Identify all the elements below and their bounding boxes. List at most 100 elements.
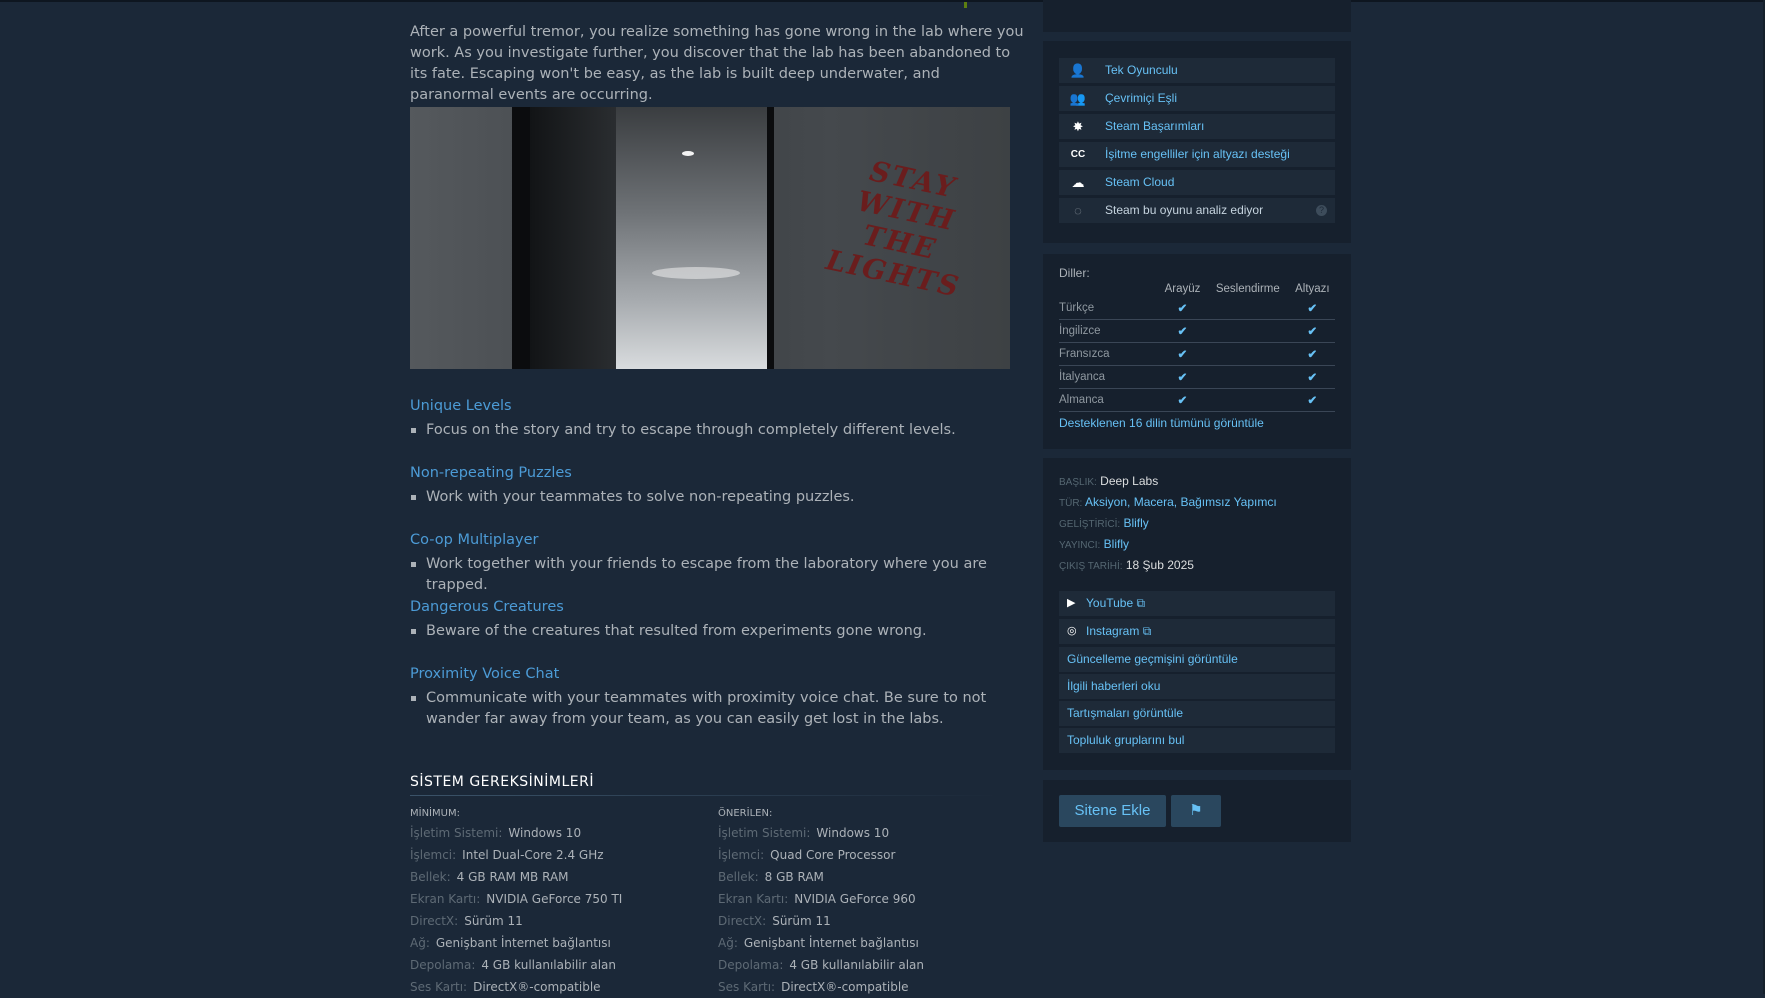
screenshot-image: STAY WITH THE LIGHTS bbox=[410, 107, 1010, 369]
update-history-link[interactable]: Güncelleme geçmişini görüntüle bbox=[1059, 647, 1335, 672]
achievements-icon: ✸ bbox=[1072, 119, 1084, 134]
col-subtitles: Altyazı bbox=[1295, 282, 1330, 295]
sysreq-row: Ses Kartı: DirectX®-compatible bbox=[410, 980, 601, 994]
sysreq-row: DirectX: Sürüm 11 bbox=[718, 914, 831, 928]
language-row: Türkçe ✔ ✔ bbox=[1059, 297, 1335, 320]
youtube-icon: ▶ bbox=[1067, 597, 1076, 609]
sysreq-row: Ekran Kartı: NVIDIA GeForce 750 TI bbox=[410, 892, 623, 906]
language-row: Fransızca ✔ ✔ bbox=[1059, 342, 1335, 366]
feature-title: Proximity Voice Chat bbox=[410, 666, 560, 682]
col-voice: Seslendirme bbox=[1215, 282, 1280, 295]
sysreq-row: İşletim Sistemi: Windows 10 bbox=[718, 826, 890, 840]
analyzing-icon: ◌ bbox=[1074, 203, 1082, 218]
check-icon: ✔ bbox=[1289, 365, 1335, 389]
community-groups-link[interactable]: Topluluk gruplarını bul bbox=[1059, 728, 1335, 753]
single-player-icon: 👤 bbox=[1069, 63, 1087, 78]
sidebar-top-panel bbox=[1043, 0, 1351, 32]
game-details-panel: BAŞLIK: Deep Labs TÜR: Aksiyon, Macera, … bbox=[1043, 458, 1351, 770]
sysreq-row: İşletim Sistemi: Windows 10 bbox=[410, 826, 582, 840]
discussions-link[interactable]: Tartışmaları görüntüle bbox=[1059, 701, 1335, 726]
all-languages-link[interactable]: Desteklenen 16 dilin tümünü görüntüle bbox=[1059, 416, 1264, 430]
check-icon: ✔ bbox=[1289, 297, 1335, 320]
languages-panel: Diller: Arayüz Seslendirme Altyazı Türkç… bbox=[1043, 254, 1351, 449]
sysreq-rec-title: ÖNERİLEN: bbox=[718, 808, 773, 819]
language-row: İngilizce ✔ ✔ bbox=[1059, 319, 1335, 343]
genre-link[interactable]: Aksiyon bbox=[1085, 495, 1127, 509]
detail-publisher: YAYINCI: Blifly bbox=[1059, 537, 1129, 551]
graffiti-text: STAY WITH THE LIGHTS bbox=[823, 154, 964, 304]
feature-block: Co-op Multiplayer Work together with you… bbox=[410, 532, 1025, 596]
feature-text: Communicate with your teammates with pro… bbox=[410, 688, 1010, 730]
feature-title: Unique Levels bbox=[410, 398, 512, 414]
feature-title: Non-repeating Puzzles bbox=[410, 465, 572, 481]
sysreq-recommended: ÖNERİLEN: İşletim Sistemi: Windows 10 İşl… bbox=[718, 808, 1018, 998]
check-icon: ✔ bbox=[1289, 342, 1335, 366]
feature-text: Focus on the story and try to escape thr… bbox=[410, 420, 956, 441]
sysreq-row: Bellek: 8 GB RAM bbox=[718, 870, 824, 884]
sysreq-heading: SİSTEM GEREKSİNİMLERİ bbox=[410, 774, 594, 790]
report-button[interactable]: ⚑ bbox=[1171, 795, 1221, 827]
instagram-icon: ◎ bbox=[1067, 625, 1077, 637]
sysreq-row: Ekran Kartı: NVIDIA GeForce 960 bbox=[718, 892, 916, 906]
scroll-marker bbox=[964, 2, 967, 8]
sysreq-row: Bellek: 4 GB RAM MB RAM bbox=[410, 870, 569, 884]
language-row: İtalyanca ✔ ✔ bbox=[1059, 365, 1335, 389]
detail-genre: TÜR: Aksiyon, Macera, Bağımsız Yapımcı bbox=[1059, 495, 1277, 509]
embed-button[interactable]: Sitene Ekle bbox=[1059, 795, 1166, 827]
captions-icon: CC bbox=[1070, 149, 1086, 160]
feature-text: Work together with your friends to escap… bbox=[410, 554, 1025, 596]
sysreq-row: Ses Kartı: DirectX®-compatible bbox=[718, 980, 909, 994]
instagram-link[interactable]: ◎ Instagram ⧉ bbox=[1059, 619, 1335, 644]
feature-block: Proximity Voice Chat Communicate with yo… bbox=[410, 666, 1010, 730]
feature-analyzing: ◌ Steam bu oyunu analiz ediyor ? bbox=[1059, 198, 1335, 223]
language-row: Almanca ✔ ✔ bbox=[1059, 388, 1335, 412]
feature-title: Dangerous Creatures bbox=[410, 599, 564, 615]
languages-table: Arayüz Seslendirme Altyazı Türkçe ✔ ✔ İngi… bbox=[1059, 280, 1335, 412]
game-description: After a powerful tremor, you realize som… bbox=[410, 24, 1024, 103]
genre-link[interactable]: Bağımsız Yapımcı bbox=[1180, 495, 1276, 509]
sysreq-min-title: MİNİMUM: bbox=[410, 808, 460, 819]
sysreq-row: Depolama: 4 GB kullanılabilir alan bbox=[410, 958, 617, 972]
check-icon: ✔ bbox=[1159, 297, 1206, 320]
check-icon: ✔ bbox=[1159, 388, 1206, 412]
feature-online-coop[interactable]: 👥 Çevrimiçi Eşli bbox=[1059, 86, 1335, 111]
detail-developer: GELİŞTİRİCİ: Blifly bbox=[1059, 516, 1149, 530]
top-border bbox=[0, 0, 1765, 2]
feature-block: Dangerous Creatures Beware of the creatu… bbox=[410, 599, 927, 642]
check-icon: ✔ bbox=[1289, 388, 1335, 412]
sysreq-row: DirectX: Sürüm 11 bbox=[410, 914, 523, 928]
developer-link[interactable]: Blifly bbox=[1123, 516, 1148, 530]
check-icon: ✔ bbox=[1159, 342, 1206, 366]
youtube-link[interactable]: ▶ YouTube ⧉ bbox=[1059, 591, 1335, 616]
check-icon: ✔ bbox=[1159, 319, 1206, 343]
check-icon: ✔ bbox=[1289, 319, 1335, 343]
online-coop-icon: 👥 bbox=[1069, 91, 1087, 106]
feature-achievements[interactable]: ✸ Steam Başarımları bbox=[1059, 114, 1335, 139]
languages-title: Diller: bbox=[1059, 266, 1090, 280]
sysreq-row: Ağ: Genişbant İnternet bağlantısı bbox=[410, 936, 611, 950]
col-interface: Arayüz bbox=[1164, 282, 1201, 295]
sysreq-row: Ağ: Genişbant İnternet bağlantısı bbox=[718, 936, 919, 950]
feature-text: Beware of the creatures that resulted fr… bbox=[410, 621, 927, 642]
help-icon[interactable]: ? bbox=[1316, 205, 1327, 216]
flag-icon: ⚑ bbox=[1189, 802, 1203, 819]
feature-title: Co-op Multiplayer bbox=[410, 532, 539, 548]
feature-steam-cloud[interactable]: ☁ Steam Cloud bbox=[1059, 170, 1335, 195]
cloud-icon: ☁ bbox=[1071, 175, 1085, 190]
detail-release-date: ÇIKIŞ TARİHİ: 18 Şub 2025 bbox=[1059, 558, 1194, 572]
sysreq-row: İşlemci: Intel Dual-Core 2.4 GHz bbox=[410, 848, 604, 862]
publisher-link[interactable]: Blifly bbox=[1104, 537, 1129, 551]
feature-captions[interactable]: CC İşitme engelliler için altyazı desteğ… bbox=[1059, 142, 1335, 167]
corridor bbox=[615, 107, 767, 369]
feature-block: Non-repeating Puzzles Work with your tea… bbox=[410, 465, 855, 508]
genre-link[interactable]: Macera bbox=[1134, 495, 1174, 509]
feature-text: Work with your teammates to solve non-re… bbox=[410, 487, 855, 508]
news-link[interactable]: İlgili haberleri oku bbox=[1059, 674, 1335, 699]
feature-single-player[interactable]: 👤 Tek Oyunculu bbox=[1059, 58, 1335, 83]
game-features-panel: 👤 Tek Oyunculu 👥 Çevrimiçi Eşli ✸ Steam … bbox=[1043, 41, 1351, 243]
sysreq-row: Depolama: 4 GB kullanılabilir alan bbox=[718, 958, 925, 972]
sysreq-minimum: MİNİMUM: İşletim Sistemi: Windows 10 İşle… bbox=[410, 808, 710, 998]
check-icon: ✔ bbox=[1159, 365, 1206, 389]
sysreq-row: İşlemci: Quad Core Processor bbox=[718, 848, 896, 862]
divider bbox=[410, 795, 1000, 796]
